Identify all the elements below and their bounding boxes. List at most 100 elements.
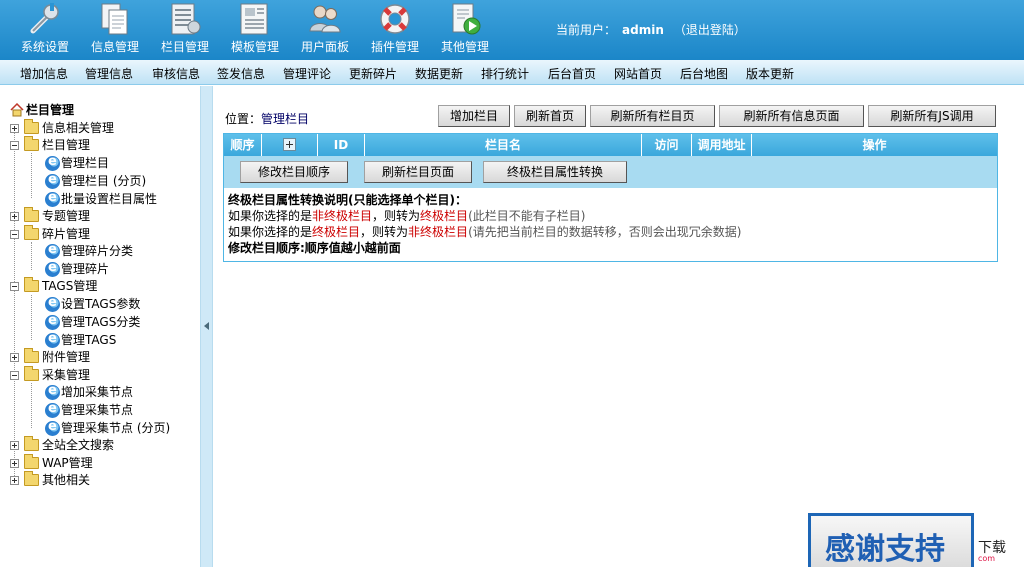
refresh-all-js-button[interactable]: 刷新所有JS调用 xyxy=(868,105,996,127)
breadcrumb-prefix: 位置： xyxy=(225,112,262,126)
column-header-id: ID xyxy=(318,134,365,156)
users-icon xyxy=(309,5,341,33)
expand-icon[interactable] xyxy=(10,476,19,485)
conversion-notes: 终极栏目属性转换说明(只能选择单个栏目)： 如果你选择的是非终极栏目，则转为终极… xyxy=(228,192,741,256)
tree-root-label: 栏目管理 xyxy=(26,103,75,117)
ie-page-icon xyxy=(45,418,60,436)
documents-icon xyxy=(101,3,128,35)
thanks-badge: 感谢支持 xyxy=(808,513,974,567)
column-header-operations: 操作 xyxy=(862,138,887,152)
notes-title: 终极栏目属性转换说明(只能选择单个栏目)： xyxy=(228,193,467,207)
collapse-icon[interactable] xyxy=(10,230,19,239)
collapse-arrow-icon[interactable] xyxy=(204,322,209,330)
quicknav-rank-stats[interactable]: 排行统计 xyxy=(481,65,529,82)
tree-label: 设置TAGS参数 xyxy=(61,297,141,311)
current-user-info: 当前用户： admin （退出登陆） xyxy=(556,21,746,38)
download-watermark-small: com xyxy=(978,554,996,563)
breadcrumb-link[interactable]: 管理栏目 xyxy=(261,112,309,126)
sidebar-tree: 栏目管理 信息相关管理 栏目管理 管理栏目 管理栏目 (分页) 批量设置栏目属性… xyxy=(0,86,200,567)
quicknav-admin-map[interactable]: 后台地图 xyxy=(680,65,728,82)
wrench-icon xyxy=(30,3,59,34)
tree-label: TAGS管理 xyxy=(42,279,98,293)
top-header: 系统设置 信息管理 栏目管理 模板管理 用户面板 插件管理 其他管理 当前用户：… xyxy=(0,0,1024,60)
tree-label: 专题管理 xyxy=(42,209,91,223)
notes-line-2: 如果你选择的是终极栏目，则转为非终极栏目(请先把当前栏目的数据转移，否则会出现冗… xyxy=(228,225,742,239)
add-column-button[interactable]: 增加栏目 xyxy=(438,105,510,127)
folder-open-icon xyxy=(24,366,39,381)
tree-label: 管理采集节点 xyxy=(61,403,134,417)
topnav-system-settings[interactable]: 系统设置 xyxy=(10,0,80,60)
refresh-all-column-pages-button[interactable]: 刷新所有栏目页 xyxy=(590,105,715,127)
quicknav-admin-home[interactable]: 后台首页 xyxy=(548,65,596,82)
ie-page-icon xyxy=(45,400,60,418)
topnav-other-management[interactable]: 其他管理 xyxy=(430,0,500,60)
refresh-all-info-pages-button[interactable]: 刷新所有信息页面 xyxy=(719,105,864,127)
column-header-call-address: 调用地址 xyxy=(692,134,752,156)
column-list-table: 顺序 ID 栏目名 访问 调用地址 操作 修改栏目顺序 刷新栏目页面 终极栏目属… xyxy=(223,133,998,262)
expand-icon[interactable] xyxy=(10,212,19,221)
tree-label: 管理碎片分类 xyxy=(61,244,134,258)
topnav-info-management[interactable]: 信息管理 xyxy=(80,0,150,60)
ie-page-icon xyxy=(45,330,60,348)
current-user-name: admin xyxy=(622,23,664,37)
quicknav-sign-info[interactable]: 签发信息 xyxy=(217,65,265,82)
tree-label: 全站全文搜索 xyxy=(42,438,115,452)
column-header-visit: 访问 xyxy=(642,134,692,156)
quicknav-manage-comments[interactable]: 管理评论 xyxy=(283,65,331,82)
topnav-column-management[interactable]: 栏目管理 xyxy=(150,0,220,60)
column-header-expand xyxy=(262,134,318,156)
collapse-icon[interactable] xyxy=(10,141,19,150)
logout-link[interactable]: （退出登陆） xyxy=(674,23,746,37)
notes-line-1: 如果你选择的是非终极栏目，则转为终极栏目(此栏目不能有子栏目) xyxy=(228,209,586,223)
expand-icon[interactable] xyxy=(10,441,19,450)
topnav-label: 系统设置 xyxy=(20,40,69,54)
folder-icon xyxy=(24,348,39,363)
tree-label: WAP管理 xyxy=(42,456,93,470)
expand-icon[interactable] xyxy=(10,353,19,362)
ie-page-icon xyxy=(45,294,60,312)
ie-page-icon xyxy=(45,241,60,259)
tree-label: 管理TAGS分类 xyxy=(61,315,141,329)
tree-guide-line xyxy=(14,129,15,484)
collapse-icon[interactable] xyxy=(10,282,19,291)
convert-final-column-button[interactable]: 终极栏目属性转换 xyxy=(483,161,627,183)
topnav-user-panel[interactable]: 用户面板 xyxy=(290,0,360,60)
quicknav-review-info[interactable]: 审核信息 xyxy=(152,65,200,82)
topnav-plugin-management[interactable]: 插件管理 xyxy=(360,0,430,60)
modify-order-button[interactable]: 修改栏目顺序 xyxy=(240,161,348,183)
ie-page-icon xyxy=(45,312,60,330)
tree-label: 栏目管理 xyxy=(42,138,91,152)
expand-icon[interactable] xyxy=(10,124,19,133)
expand-icon[interactable] xyxy=(10,459,19,468)
quicknav-manage-info[interactable]: 管理信息 xyxy=(85,65,133,82)
topnav-label: 用户面板 xyxy=(300,40,349,54)
quicknav-site-home[interactable]: 网站首页 xyxy=(614,65,662,82)
ie-page-icon xyxy=(45,171,60,189)
quicknav-version-update[interactable]: 版本更新 xyxy=(746,65,794,82)
tree-guide-line xyxy=(31,295,32,340)
topnav-template-management[interactable]: 模板管理 xyxy=(220,0,290,60)
table-header: 顺序 ID 栏目名 访问 调用地址 操作 xyxy=(224,134,997,156)
tree-label: 附件管理 xyxy=(42,350,91,364)
sidebar-splitter[interactable] xyxy=(200,86,213,567)
tree-guide-line xyxy=(31,383,32,428)
refresh-home-button[interactable]: 刷新首页 xyxy=(514,105,586,127)
tree-guide-line xyxy=(31,242,32,270)
quicknav-add-info[interactable]: 增加信息 xyxy=(20,65,68,82)
current-user-label: 当前用户： xyxy=(556,23,617,37)
topnav-label: 信息管理 xyxy=(90,40,139,54)
expand-all-icon[interactable] xyxy=(283,138,296,151)
quicknav-data-update[interactable]: 数据更新 xyxy=(415,65,463,82)
thanks-text: 感谢支持 xyxy=(825,532,945,567)
tree-label: 管理碎片 xyxy=(61,262,110,276)
lifebuoy-icon xyxy=(380,4,410,34)
folder-icon xyxy=(24,436,39,451)
collapse-icon[interactable] xyxy=(10,371,19,380)
folder-open-icon xyxy=(24,136,39,151)
folder-open-icon xyxy=(24,277,39,292)
refresh-column-page-button[interactable]: 刷新栏目页面 xyxy=(364,161,472,183)
ie-page-icon xyxy=(45,382,60,400)
tree-label: 管理TAGS xyxy=(61,333,117,347)
breadcrumb: 位置：管理栏目 xyxy=(225,110,309,127)
quicknav-update-fragments[interactable]: 更新碎片 xyxy=(349,65,397,82)
